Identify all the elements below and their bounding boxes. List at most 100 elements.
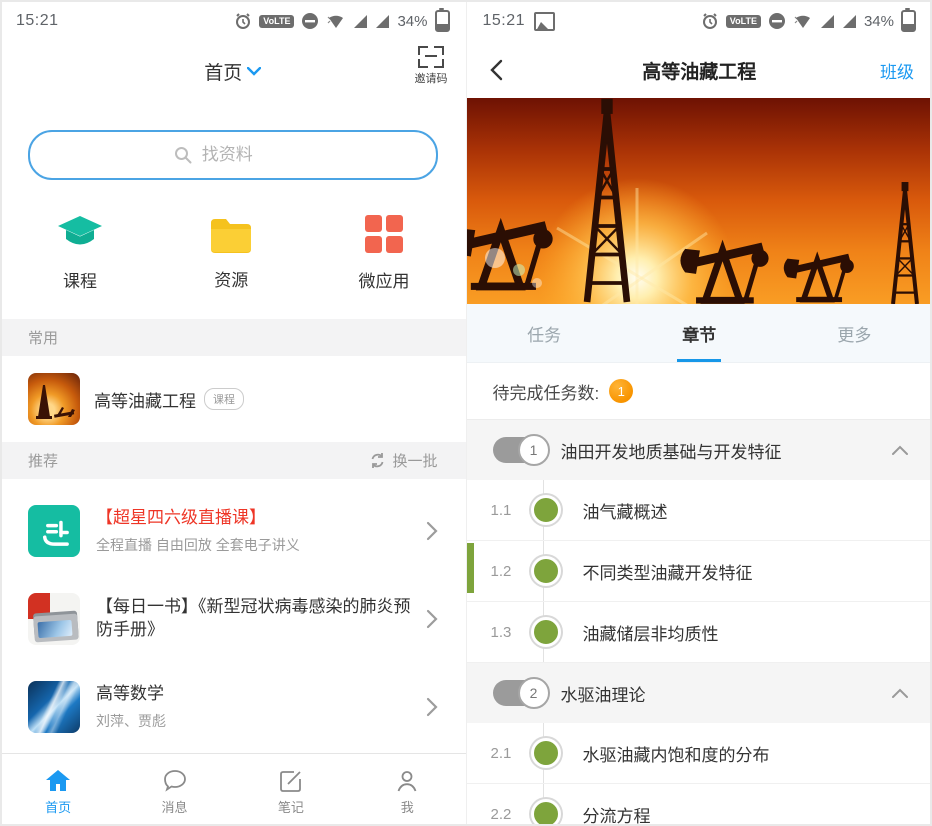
nav-item-notes[interactable]: 笔记 [233,765,349,816]
section-title: 常用 [28,327,58,348]
battery-icon [901,10,916,32]
section-frequent: 常用 [0,319,466,356]
section-number: 1.3 [491,624,525,641]
course-banner-image [467,98,932,304]
class-button[interactable]: 班级 [880,58,914,83]
volte-badge: VoLTE [726,15,761,28]
signal-icon-2 [842,14,857,29]
nav-item-me[interactable]: 我 [349,765,465,816]
list-item-daily-book[interactable]: 【每日一书】《新型冠状病毒感染的肺炎预防手册》 [0,575,466,663]
pending-tasks-row[interactable]: 待完成任务数: 1 [467,363,932,420]
course-screen: 15:21 VoLTE 34% 高等油藏工程 班级 [467,0,932,826]
tab-more[interactable]: 更多 [777,304,932,362]
item-title: 【超星四六级直播课】 [96,507,416,530]
quick-app-label: 课程 [63,267,97,292]
alarm-icon [701,12,719,30]
list-item-live-course[interactable]: 【超星四六级直播课】 全程直播 自由回放 全套电子讲义 [0,487,466,575]
status-time: 15:21 [483,12,526,30]
frequent-course-row[interactable]: 高等油藏工程 课程 [0,356,466,442]
quick-app-label: 微应用 [359,267,410,292]
progress-dot [531,799,561,826]
invite-code-button[interactable]: 邀请码 [415,46,448,86]
section-number: 2.1 [491,745,525,762]
progress-dot [531,556,561,586]
search-box[interactable] [28,130,438,180]
section-recommend: 推荐 换一批 [0,442,466,479]
battery-icon [435,10,450,32]
course-title: 高等油藏工程 [94,387,196,412]
battery-percent: 34% [397,13,427,30]
chevron-right-icon [426,697,438,717]
edit-square-icon [279,769,303,793]
section-title: 推荐 [28,450,58,471]
nav-item-home[interactable]: 首页 [0,765,116,816]
dual-screenshot: 15:21 VoLTE 34% 首页 邀请码 [0,0,932,826]
home-header: 首页 邀请码 [0,42,466,100]
recommend-list: 【超星四六级直播课】 全程直播 自由回放 全套电子讲义 【每日一书】《新型冠状病… [0,479,466,751]
chevron-right-icon [426,521,438,541]
person-icon [395,769,419,793]
section-number: 1.2 [491,563,525,580]
dnd-icon [301,12,319,30]
chapter-item-2-1[interactable]: 2.1 水驱油藏内饱和度的分布 [467,723,932,784]
grid-icon [364,214,404,254]
status-bar: 15:21 VoLTE 34% [0,0,466,42]
list-item-math-course[interactable]: 高等数学 刘萍、贾彪 [0,663,466,751]
nav-label: 笔记 [278,797,304,816]
signal-icon-1 [353,14,368,29]
course-type-badge: 课程 [204,388,244,410]
nav-item-messages[interactable]: 消息 [116,765,232,816]
chapter-item-1-3[interactable]: 1.3 油藏储层非均质性 [467,602,932,663]
quick-apps-row: 课程 资源 微应用 [0,180,466,319]
alarm-icon [234,12,252,30]
search-area [0,100,466,180]
signal-icon-2 [375,14,390,29]
section-title: 油气藏概述 [583,498,668,523]
signal-icon-1 [820,14,835,29]
chapter-item-1-2[interactable]: 1.2 不同类型油藏开发特征 [467,541,932,602]
chapter-toggle[interactable]: 2 [493,680,547,706]
section-title: 不同类型油藏开发特征 [583,559,753,584]
battery-percent: 34% [864,13,894,30]
chevron-up-icon [892,688,908,698]
chapter-item-2-2[interactable]: 2.2 分流方程 [467,784,932,826]
chapter-number: 1 [518,434,550,466]
chapter-list: 1 油田开发地质基础与开发特征 1.1 油气藏概述 1.2 不同类型油藏开发特征… [467,420,932,826]
back-icon [490,59,503,81]
nav-label: 我 [401,797,414,816]
chapter-toggle[interactable]: 1 [493,437,547,463]
dnd-icon [768,12,786,30]
invite-code-icon [418,46,444,68]
section-title: 水驱油藏内饱和度的分布 [583,741,770,766]
chapter-header-1[interactable]: 1 油田开发地质基础与开发特征 [467,420,932,480]
course-thumbnail [28,373,80,425]
pending-tasks-label: 待完成任务数: [493,379,600,404]
refresh-batch-label: 换一批 [392,450,437,471]
nav-label: 首页 [45,797,71,816]
section-number: 2.2 [491,806,525,823]
quick-app-resources[interactable]: 资源 [208,215,254,291]
tab-tasks[interactable]: 任务 [467,304,622,362]
search-input[interactable] [200,144,292,166]
quick-app-micro-apps[interactable]: 微应用 [359,214,410,292]
refresh-batch-button[interactable]: 换一批 [369,450,437,471]
tab-chapters[interactable]: 章节 [622,304,777,362]
status-time: 15:21 [16,12,59,30]
wifi-icon [793,13,813,29]
page-title-dropdown[interactable]: 首页 [204,58,261,85]
nav-label: 消息 [162,797,188,816]
status-bar: 15:21 VoLTE 34% [467,0,932,42]
chapter-header-2[interactable]: 2 水驱油理论 [467,663,932,723]
back-button[interactable] [481,54,513,86]
chapter-item-1-1[interactable]: 1.1 油气藏概述 [467,480,932,541]
course-header: 高等油藏工程 班级 [467,42,932,98]
chaoxing-logo-icon [28,505,80,557]
section-title: 分流方程 [583,802,651,826]
quick-app-courses[interactable]: 课程 [56,214,104,292]
screenshot-icon [534,12,555,31]
chat-bubble-icon [162,769,188,793]
chapter-title: 水驱油理论 [561,681,893,706]
page-title: 首页 [204,58,242,85]
pending-tasks-badge: 1 [609,379,633,403]
search-icon [174,146,192,164]
